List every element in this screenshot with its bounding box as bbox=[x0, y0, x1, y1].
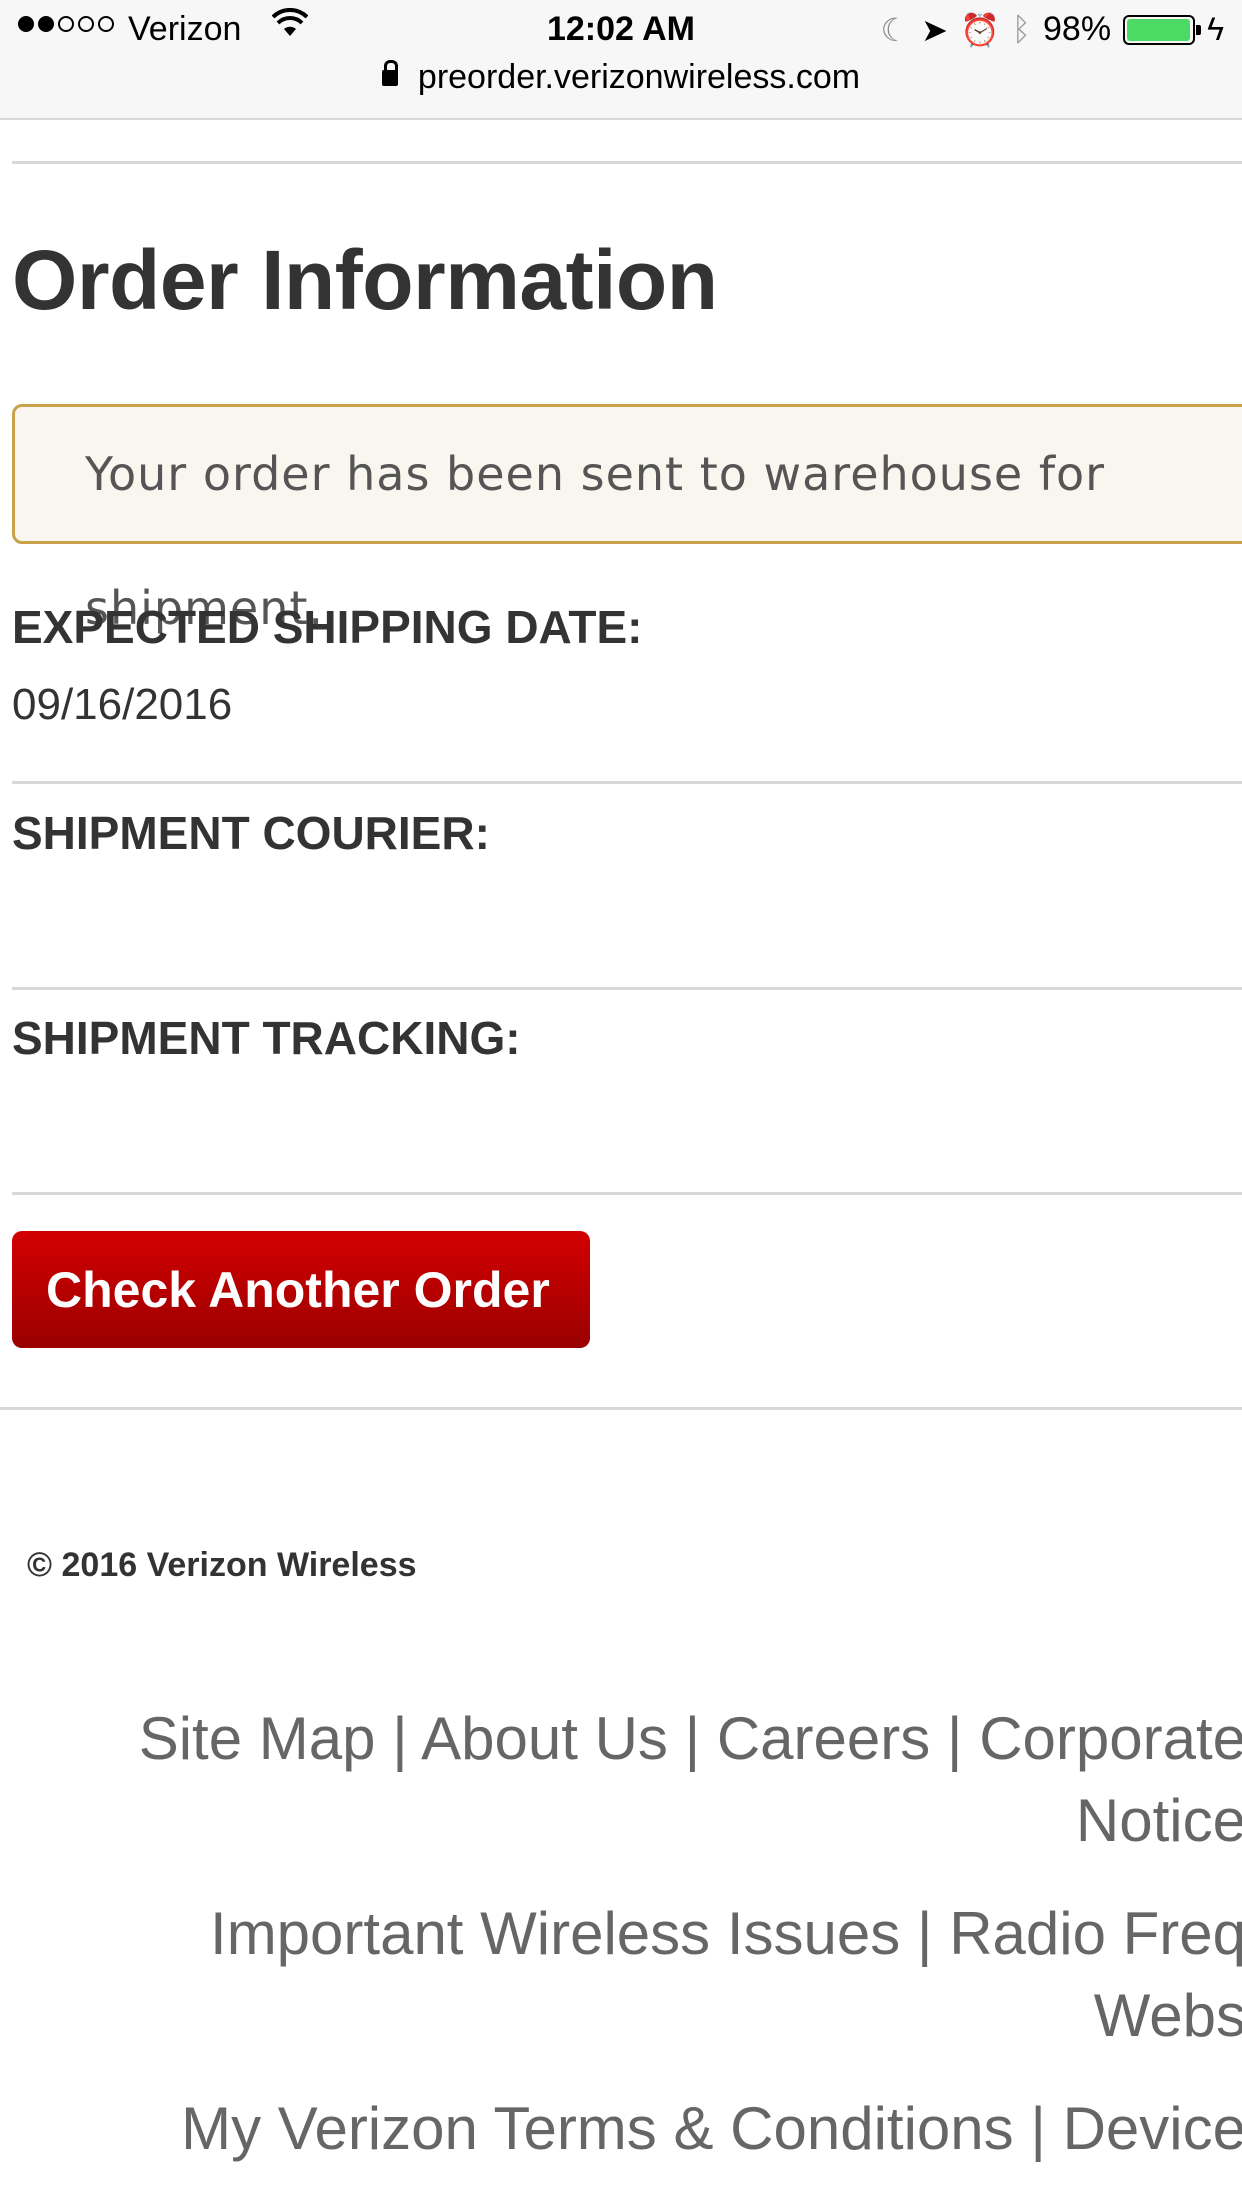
careers-link[interactable]: Careers bbox=[717, 1705, 930, 1772]
browser-top-bar: Verizon 12:02 AM ☾ ➤ ⏰ ᛒ 98% ϟ preorder.… bbox=[0, 0, 1242, 120]
separator: | bbox=[946, 1705, 963, 1772]
shipping-date-value: 09/16/2016 bbox=[12, 680, 233, 729]
corporate-link[interactable]: Corporate bbox=[979, 1705, 1242, 1772]
status-icons: ☾ ➤ ⏰ ᛒ 98% ϟ bbox=[880, 10, 1224, 49]
separator: | bbox=[916, 1900, 933, 1967]
check-another-order-button[interactable]: Check Another Order bbox=[12, 1231, 590, 1348]
notice-link[interactable]: Notice bbox=[1076, 1787, 1242, 1854]
divider bbox=[12, 987, 1242, 990]
alarm-icon: ⏰ bbox=[959, 11, 1000, 48]
status-bar: Verizon 12:02 AM ☾ ➤ ⏰ ᛒ 98% ϟ bbox=[0, 6, 1242, 58]
divider bbox=[12, 161, 1242, 164]
separator: | bbox=[392, 1705, 408, 1772]
separator: | bbox=[1030, 2095, 1046, 2162]
device-link[interactable]: Device bbox=[1063, 2095, 1242, 2162]
footer-links-row-4: Webs bbox=[1094, 1981, 1242, 2050]
radio-frequency-link[interactable]: Radio Freq bbox=[949, 1900, 1242, 1967]
terms-conditions-link[interactable]: My Verizon Terms & Conditions bbox=[181, 2095, 1014, 2162]
order-status-notice: Your order has been sent to warehouse fo… bbox=[12, 404, 1242, 635]
tracking-label: SHIPMENT TRACKING: bbox=[12, 1012, 521, 1064]
url-text: preorder.verizonwireless.com bbox=[417, 58, 861, 96]
lock-icon bbox=[381, 60, 398, 86]
footer-links-row-3: Important Wireless Issues | Radio Freq bbox=[210, 1899, 1242, 1968]
battery-icon bbox=[1123, 14, 1202, 45]
divider bbox=[12, 781, 1242, 784]
bluetooth-icon: ᛒ bbox=[1011, 11, 1031, 47]
divider bbox=[12, 1192, 1242, 1195]
websites-link[interactable]: Webs bbox=[1094, 1982, 1242, 2049]
page: Verizon 12:02 AM ☾ ➤ ⏰ ᛒ 98% ϟ preorder.… bbox=[0, 0, 1242, 2208]
location-arrow-icon: ➤ bbox=[921, 11, 948, 48]
footer-divider bbox=[0, 1407, 1242, 1410]
site-map-link[interactable]: Site Map bbox=[139, 1705, 376, 1772]
separator: | bbox=[684, 1705, 701, 1772]
about-us-link[interactable]: About Us bbox=[421, 1705, 668, 1772]
important-wireless-issues-link[interactable]: Important Wireless Issues bbox=[210, 1900, 900, 1967]
courier-label: SHIPMENT COURIER: bbox=[12, 807, 490, 859]
battery-percent: 98% bbox=[1043, 10, 1112, 48]
footer-links-row-5: My Verizon Terms & Conditions | Device bbox=[181, 2094, 1242, 2163]
footer-links-row-2: Notice bbox=[1076, 1786, 1242, 1855]
shipping-date-label: EXPECTED SHIPPING DATE: bbox=[12, 601, 643, 653]
charging-icon: ϟ bbox=[1207, 11, 1224, 47]
moon-icon: ☾ bbox=[880, 11, 910, 48]
page-title: Order Information bbox=[12, 233, 718, 327]
address-bar[interactable]: preorder.verizonwireless.com bbox=[0, 58, 1242, 108]
footer-links-row-1: Site Map | About Us | Careers | Corporat… bbox=[139, 1704, 1242, 1773]
battery-level bbox=[1127, 18, 1190, 41]
copyright-text: © 2016 Verizon Wireless bbox=[27, 1546, 417, 1584]
